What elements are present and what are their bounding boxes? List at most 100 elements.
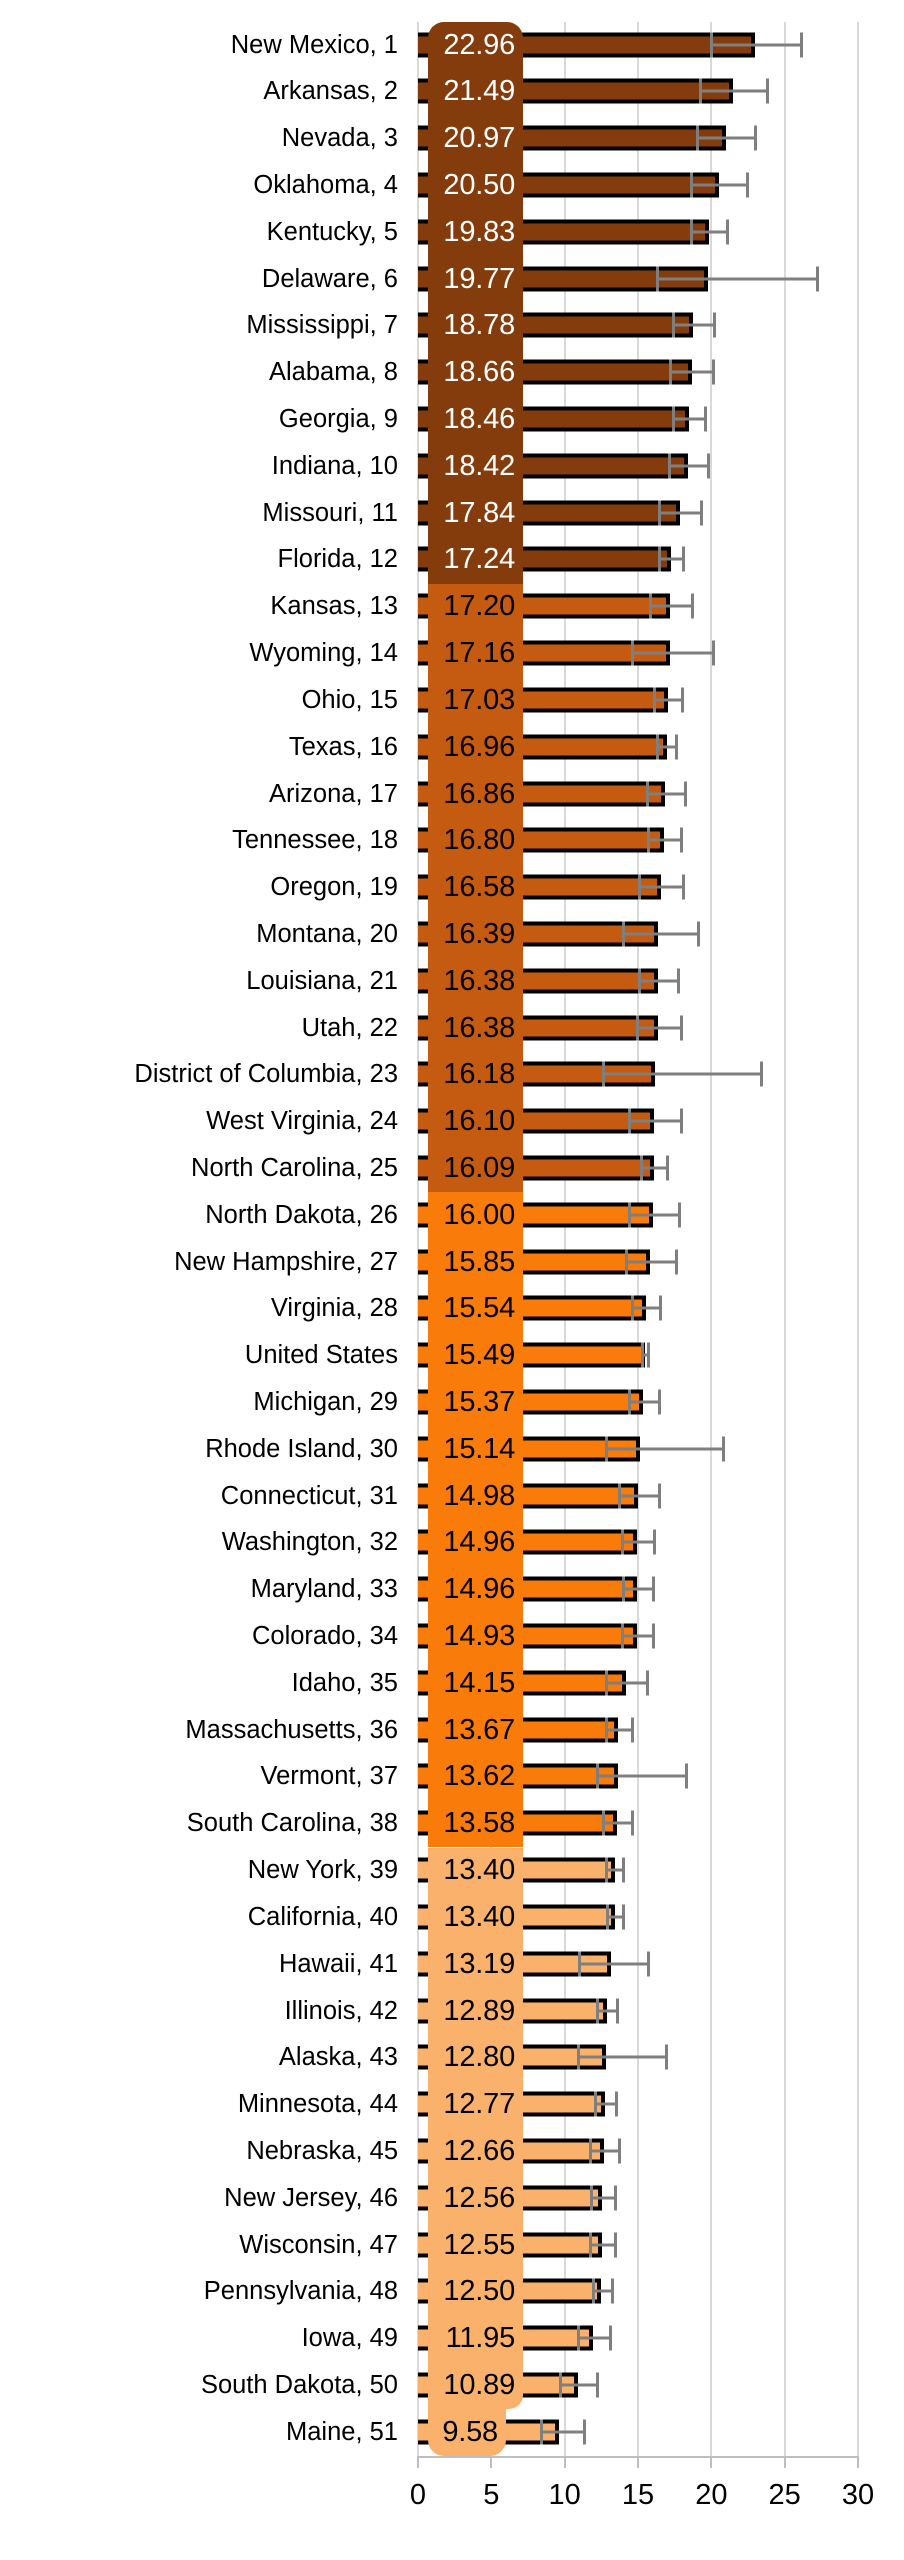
error-bar-cap-low: [617, 1483, 621, 1509]
error-bar-cap-low: [559, 2372, 563, 2398]
value-label: 16.86: [443, 777, 515, 810]
error-bar-line: [626, 1260, 677, 1264]
category-label: Idaho, 35: [291, 1668, 398, 1697]
x-axis-tick-label: 25: [768, 2479, 801, 2511]
x-axis-tick-10: [563, 2456, 566, 2468]
error-bar-cap-high: [676, 968, 680, 994]
value-label: 16.38: [443, 1011, 515, 1044]
error-bar-cap-low: [540, 2419, 544, 2445]
category-label: Kansas, 13: [270, 592, 398, 621]
error-bar-cap-low: [647, 827, 651, 853]
category-label: Arizona, 17: [269, 779, 398, 808]
category-label: New Jersey, 46: [224, 2183, 398, 2212]
error-bar-cap-low: [695, 125, 699, 151]
error-bar-line: [649, 604, 693, 608]
error-bar-cap-high: [622, 1904, 626, 1930]
category-label: Oklahoma, 4: [253, 171, 398, 200]
value-label: 18.66: [443, 356, 515, 389]
error-bar-cap-high: [609, 2325, 613, 2351]
error-bar-cap-high: [659, 1295, 662, 1321]
category-label: New York, 39: [247, 1856, 398, 1885]
value-label: 13.40: [443, 1900, 515, 1933]
error-bar-cap-high: [631, 1810, 635, 1836]
error-bar-line: [623, 1587, 653, 1591]
error-bar-cap-high: [760, 1061, 764, 1087]
category-label: Indiana, 10: [271, 451, 398, 480]
error-bar-line: [605, 1681, 647, 1685]
error-bar-cap-low: [631, 640, 635, 666]
error-bar-cap-low: [628, 1202, 632, 1228]
value-label: 15.54: [443, 1292, 515, 1325]
value-label: 10.89: [443, 2368, 515, 2401]
category-label: Missouri, 11: [262, 498, 398, 527]
error-bar-line: [605, 1447, 724, 1451]
value-label: 12.50: [443, 2275, 515, 2308]
category-label: Delaware, 6: [261, 264, 398, 293]
value-label: 16.00: [443, 1198, 515, 1231]
error-bar-cap-low: [653, 687, 657, 713]
error-bar-cap-high: [691, 593, 695, 619]
value-label: 16.38: [443, 964, 515, 997]
error-bar-cap-high: [647, 1951, 651, 1977]
error-bar-cap-high: [678, 1202, 682, 1228]
value-label: 15.14: [443, 1432, 515, 1465]
x-axis-tick-label: 5: [483, 2479, 500, 2511]
x-axis-tick-label: 10: [548, 2479, 581, 2511]
error-bar-cap-high: [722, 1436, 726, 1462]
category-label: United States: [244, 1341, 398, 1370]
category-label: Alabama, 8: [269, 358, 398, 387]
error-bar-cap-low: [631, 1295, 635, 1321]
error-bar-cap-high: [657, 1483, 661, 1509]
category-label: New Hampshire, 27: [174, 1247, 398, 1276]
category-label: South Carolina, 38: [186, 1809, 398, 1838]
category-label: Massachusetts, 36: [185, 1715, 398, 1744]
error-bar-cap-low: [672, 312, 676, 338]
category-label: Alaska, 43: [278, 2043, 398, 2072]
value-label: 17.84: [443, 496, 515, 529]
error-bar-cap-low: [698, 78, 702, 104]
error-bar-cap-low: [588, 2138, 592, 2164]
value-label: 20.97: [443, 122, 515, 155]
bar-chart: New Mexico, 1 22.96 Arkansas, 2 21.49 Nevada…: [0, 0, 904, 2560]
category-label: Vermont, 37: [260, 1762, 399, 1791]
error-bar-line: [658, 557, 684, 561]
error-bar-cap-low: [689, 172, 693, 198]
value-label: 13.67: [443, 1713, 515, 1746]
error-bar-cap-low: [672, 406, 676, 432]
error-bar-cap-high: [682, 546, 686, 572]
category-label: Wyoming, 14: [249, 639, 398, 668]
value-label: 17.16: [443, 637, 515, 670]
error-bar-line: [673, 323, 715, 327]
error-bar-cap-high: [647, 1342, 651, 1368]
value-label: 11.95: [445, 2322, 516, 2355]
category-label: Montana, 20: [256, 919, 398, 948]
error-bar-line: [657, 277, 817, 281]
error-bar-cap-low: [576, 2325, 580, 2351]
error-bar-line: [602, 1821, 633, 1825]
category-label: Illinois, 42: [284, 1996, 398, 2025]
error-bar-cap-high: [657, 1389, 661, 1415]
error-bar-cap-high: [653, 1529, 657, 1555]
category-label: Maine, 51: [286, 2417, 398, 2446]
error-bar-line: [668, 464, 709, 468]
category-label: Nevada, 3: [281, 124, 398, 153]
error-bar-cap-low: [604, 1436, 608, 1462]
error-bar-cap-high: [582, 2419, 586, 2445]
error-bar-line: [629, 1119, 681, 1123]
x-axis-tick-20: [710, 2456, 713, 2468]
category-label: Rhode Island, 30: [205, 1434, 398, 1463]
error-bar-cap-low: [639, 1155, 643, 1181]
error-bar-line: [605, 1728, 633, 1732]
value-label: 13.40: [443, 1854, 515, 1887]
error-bar-cap-low: [591, 2278, 595, 2304]
x-axis-tick-25: [783, 2456, 786, 2468]
error-bar-line: [623, 932, 699, 936]
error-bar-line: [577, 2055, 666, 2059]
error-bar-cap-low: [657, 500, 661, 526]
error-bar-cap-low: [578, 1951, 582, 1977]
error-bar-cap-high: [815, 266, 819, 292]
error-bar-cap-high: [617, 2138, 621, 2164]
error-bar-line: [690, 183, 747, 187]
error-bar-line: [632, 1306, 660, 1310]
value-label: 18.42: [443, 449, 515, 482]
